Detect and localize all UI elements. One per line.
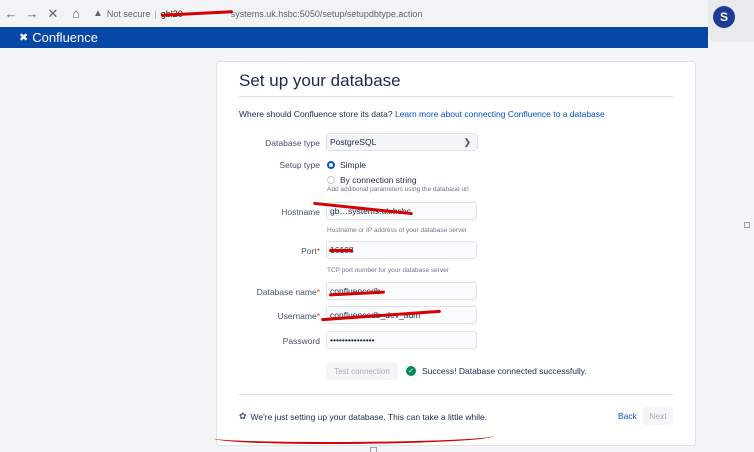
setup-panel: Set up your database Where should Conflu… — [216, 61, 696, 446]
not-secure-label: Not secure — [106, 8, 151, 19]
port-label-text: Port — [301, 246, 317, 256]
check-circle-icon: ✓ — [406, 366, 416, 376]
page-title: Set up your database — [239, 71, 401, 90]
radio-connection-string[interactable]: By connection string — [327, 175, 417, 185]
address-bar[interactable]: ▲ Not secure | gbl20 systems.uk.hsbc:505… — [93, 4, 713, 24]
required-marker: * — [316, 287, 320, 297]
db-type-select[interactable]: PostgreSQL ❯ — [326, 133, 478, 151]
intro-text: Where should Confluence store its data? … — [239, 109, 605, 119]
window-edge-marker — [370, 447, 377, 452]
progress-message: We're just setting up your database. Thi… — [250, 411, 488, 422]
url-text: systems.uk.hsbc:5050/setup/setupdbtype.a… — [230, 8, 423, 19]
success-status: ✓ Success! Database connected successful… — [406, 366, 587, 376]
url-separator: | — [154, 8, 157, 19]
progress-status: ✿ We're just setting up your database. T… — [239, 411, 487, 422]
radio-simple-label: Simple — [340, 160, 366, 170]
back-button[interactable]: Back — [618, 411, 637, 421]
back-arrow-icon[interactable]: ← — [4, 7, 18, 21]
chevron-down-icon: ❯ — [463, 136, 471, 147]
port-label: Port* — [220, 246, 320, 256]
password-label: Password — [282, 336, 320, 346]
intro-question: Where should Confluence store its data? — [239, 109, 393, 119]
next-button[interactable]: Next — [643, 407, 673, 425]
app-name[interactable]: Confluence — [32, 30, 98, 45]
required-marker: * — [316, 311, 320, 321]
db-type-value: PostgreSQL — [330, 137, 377, 147]
title-divider — [239, 96, 673, 97]
spinner-icon: ✿ — [239, 411, 247, 421]
forward-arrow-icon[interactable]: → — [25, 7, 39, 21]
learn-more-link[interactable]: Learn more about connecting Confluence t… — [395, 109, 605, 119]
stop-loading-icon[interactable]: ✕ — [46, 7, 60, 21]
extension-badge[interactable]: S — [708, 0, 754, 42]
url-redacted-host: gbl20 — [161, 9, 231, 19]
success-message: Success! Database connected successfully… — [422, 366, 587, 376]
hostname-hint: Hostname or IP address of your database … — [327, 227, 468, 234]
username-label-text: Username — [277, 311, 317, 321]
app-header: ✖ Confluence — [0, 27, 708, 48]
db-name-label: Database name* — [220, 287, 320, 297]
password-value: ••••••••••••••• — [330, 335, 375, 345]
radio-unselected-icon — [327, 176, 335, 184]
footer-divider — [239, 394, 673, 395]
db-name-input[interactable]: confluencedb — [326, 282, 477, 300]
port-hint: TCP port number for your database server — [327, 267, 449, 274]
extension-icon: S — [713, 6, 735, 28]
browser-toolbar: ← → ✕ ⌂ ▲ Not secure | gbl20 systems.uk.… — [0, 0, 754, 27]
confluence-logo-icon[interactable]: ✖ — [19, 31, 28, 44]
password-input[interactable]: ••••••••••••••• — [326, 331, 477, 349]
redaction-scribble — [329, 249, 353, 252]
radio-selected-icon — [327, 161, 335, 169]
radio-simple[interactable]: Simple — [327, 160, 366, 170]
db-name-label-text: Database name — [256, 287, 317, 297]
db-type-label: Database type — [265, 138, 320, 148]
warning-icon: ▲ — [93, 8, 103, 19]
connection-string-hint: Add additional parameters using the data… — [327, 186, 469, 193]
radio-connection-string-label: By connection string — [340, 175, 417, 185]
window-edge-marker — [744, 222, 750, 228]
test-connection-button[interactable]: Test connection — [326, 362, 398, 380]
hostname-label: Hostname — [281, 207, 320, 217]
home-icon[interactable]: ⌂ — [69, 7, 83, 21]
required-marker: * — [316, 246, 320, 256]
username-label: Username* — [220, 311, 320, 321]
setup-type-label: Setup type — [279, 160, 320, 170]
